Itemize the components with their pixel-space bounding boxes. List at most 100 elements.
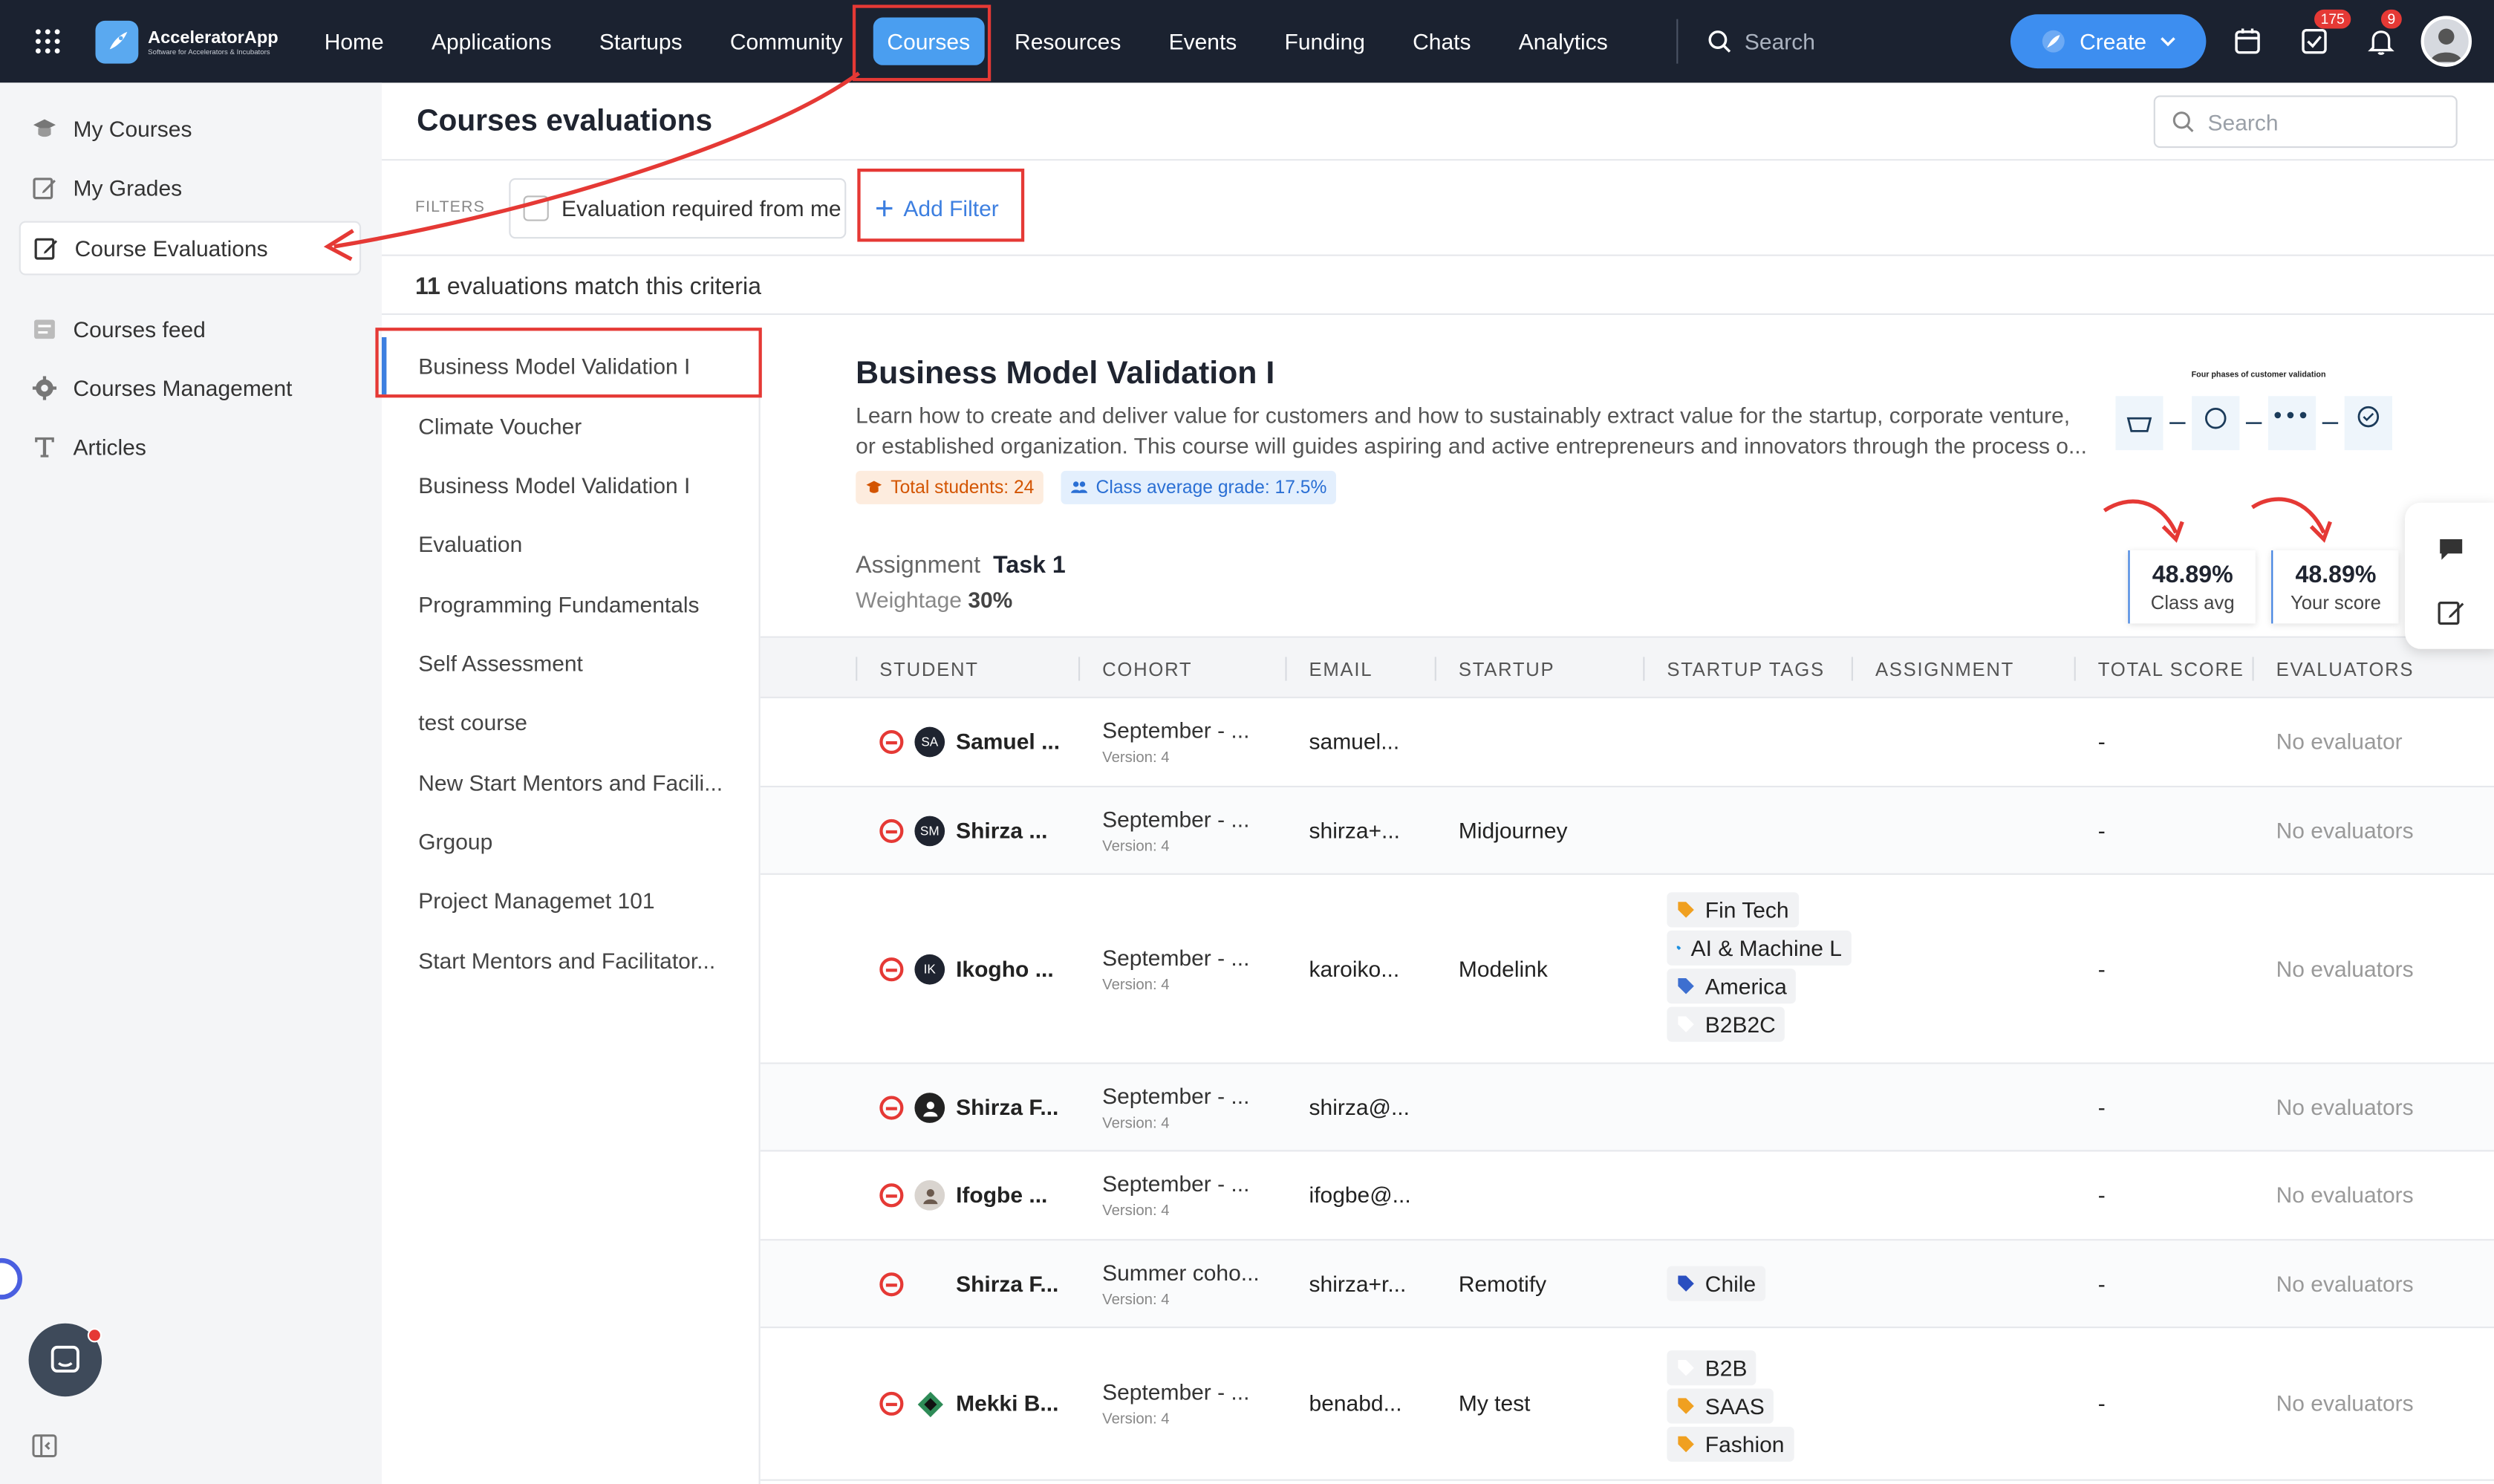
filter-evaluation-required[interactable]: Evaluation required from me <box>509 178 847 239</box>
rocket-icon <box>2042 30 2065 53</box>
column-header-assignment[interactable]: ASSIGNMENT <box>1851 638 2014 700</box>
assignment-label-text: Assignment <box>856 552 981 579</box>
nav-home[interactable]: Home <box>301 0 408 82</box>
course-list-item[interactable]: New Start Mentors and Facili... <box>382 754 761 811</box>
table-row[interactable]: SA Samuel ... September - ... Version: 4… <box>760 698 2494 788</box>
nav-applications[interactable]: Applications <box>408 0 576 82</box>
match-count-text: 11 evaluations match this criteria <box>415 273 761 300</box>
course-list-item[interactable]: Climate Voucher <box>382 397 761 455</box>
column-header-cohort[interactable]: COHORT <box>1078 638 1192 700</box>
sidebar-item-label: My Grades <box>73 175 183 201</box>
sidebar-item-course-evaluations[interactable]: Course Evaluations <box>19 221 362 276</box>
column-header-evaluators[interactable]: EVALUATORS <box>2252 638 2415 700</box>
assignment-label: Assignment Task 1 <box>856 552 1066 579</box>
score-cell: - <box>2097 1271 2106 1297</box>
student-name[interactable]: Ikogho ... <box>956 956 1054 981</box>
course-list-item[interactable]: Grgoup <box>382 813 761 870</box>
course-list-item[interactable]: Evaluation <box>382 515 761 573</box>
avatar: SM <box>914 816 945 847</box>
course-title: Business Model Validation I <box>856 356 1275 391</box>
table-row[interactable]: Mekki B... September - ... Version: 4 be… <box>760 1328 2494 1481</box>
student-name[interactable]: Samuel ... <box>956 729 1060 754</box>
cohort-cell: September - ... <box>1102 717 1250 743</box>
email-cell: shirza+r... <box>1309 1271 1407 1297</box>
startup-tag-label: America <box>1705 973 1787 999</box>
nav-startups[interactable]: Startups <box>576 0 706 82</box>
nav-events[interactable]: Events <box>1145 0 1260 82</box>
table-row[interactable]: Ifogbe ... September - ... Version: 4 if… <box>760 1151 2494 1241</box>
people-icon <box>1071 481 1088 493</box>
startup-tag: Fin Tech <box>1667 892 1799 928</box>
version-text: Version: 4 <box>1102 749 1170 767</box>
nav-funding[interactable]: Funding <box>1260 0 1389 82</box>
your-score-label: Your score <box>2290 590 2381 614</box>
student-name[interactable]: Shirza F... <box>956 1271 1058 1296</box>
text-icon <box>35 437 54 458</box>
course-list-item[interactable]: Project Managemet 101 <box>382 872 761 929</box>
comment-icon[interactable] <box>2437 535 2466 564</box>
course-list-item[interactable]: Business Model Validation I <box>382 457 761 514</box>
student-name[interactable]: Ifogbe ... <box>956 1182 1047 1207</box>
nav-resources[interactable]: Resources <box>991 0 1145 82</box>
column-header-startup-tags[interactable]: STARTUP TAGS <box>1643 638 1825 700</box>
version-text: Version: 4 <box>1102 976 1170 995</box>
evaluation-required-checkbox[interactable] <box>523 195 549 221</box>
sidebar-item-my-courses[interactable]: My Courses <box>19 102 361 156</box>
email-cell: samuel... <box>1309 728 1400 755</box>
sidebar-item-courses-feed[interactable]: Courses feed <box>19 302 361 357</box>
evaluators-cell: No evaluators <box>2276 1390 2414 1416</box>
version-text: Version: 4 <box>1102 838 1170 856</box>
column-header-startup[interactable]: STARTUP <box>1434 638 1555 700</box>
status-pending-icon <box>879 957 904 982</box>
create-button-label: Create <box>2080 28 2147 54</box>
table-row[interactable]: Shirza F... Summer coho... Version: 4 sh… <box>760 1240 2494 1329</box>
bell-icon[interactable]: 9 <box>2362 9 2402 60</box>
column-header-total-score[interactable]: TOTAL SCORE <box>2074 638 2244 700</box>
student-name[interactable]: Mekki B... <box>956 1390 1058 1416</box>
startup-tag: America <box>1667 969 1797 1004</box>
sidebar-item-my-grades[interactable]: My Grades <box>19 160 361 215</box>
course-list-item[interactable]: Start Mentors and Facilitator... <box>382 932 761 989</box>
table-row[interactable]: Shirza F... September - ... Version: 4 s… <box>760 1064 2494 1152</box>
evaluators-cell: No evaluators <box>2276 1094 2414 1120</box>
nav-analytics[interactable]: Analytics <box>1495 0 1632 82</box>
course-list-item[interactable]: test course <box>382 694 761 751</box>
class-average-badge: Class average grade: 17.5% <box>1061 470 1337 504</box>
annotation-arrows <box>2103 497 2332 543</box>
person-avatar-icon <box>922 1188 937 1204</box>
course-search-input[interactable]: Search <box>2153 95 2458 149</box>
score-cell: - <box>2097 1094 2106 1120</box>
collapse-sidebar-icon[interactable] <box>32 1433 57 1458</box>
calendar-icon[interactable] <box>2228 22 2266 60</box>
email-cell: shirza@... <box>1309 1094 1410 1120</box>
avatar <box>914 1388 945 1419</box>
assignment-name: Task 1 <box>993 552 1066 579</box>
create-button[interactable]: Create <box>2010 14 2207 69</box>
table-row[interactable]: SM Shirza ... September - ... Version: 4… <box>760 787 2494 875</box>
match-divider <box>381 313 2494 316</box>
student-name[interactable]: Shirza ... <box>956 818 1047 843</box>
filters-divider <box>381 254 2494 256</box>
table-row[interactable]: IK Ikogho ... September - ... Version: 4… <box>760 875 2494 1064</box>
sidebar-item-articles[interactable]: Articles <box>19 420 361 474</box>
evaluators-cell: No evaluators <box>2276 1271 2414 1297</box>
course-list-item[interactable]: Self Assessment <box>382 634 761 691</box>
course-description: Learn how to create and deliver value fo… <box>856 402 2087 458</box>
sidebar-item-courses-management[interactable]: Courses Management <box>19 361 361 415</box>
diagram-graphic <box>2115 396 2392 451</box>
course-list-item[interactable]: Programming Fundamentals <box>382 576 761 633</box>
nav-community[interactable]: Community <box>706 0 867 82</box>
column-header-student[interactable]: STUDENT <box>856 638 979 700</box>
course-list: Business Model Validation I Climate Vouc… <box>381 329 761 1484</box>
global-search[interactable]: Search <box>1707 29 1993 54</box>
app-grid-icon[interactable] <box>0 0 95 82</box>
startup-tag: B2B2C <box>1667 1006 1785 1042</box>
student-name[interactable]: Shirza F... <box>956 1094 1058 1119</box>
edit-icon[interactable] <box>2437 598 2466 627</box>
tasks-icon[interactable]: 175 <box>2295 9 2351 60</box>
column-header-email[interactable]: EMAIL <box>1285 638 1373 700</box>
startup-cell: My test <box>1458 1390 1531 1416</box>
nav-chats[interactable]: Chats <box>1389 0 1495 82</box>
user-avatar[interactable] <box>2420 16 2472 67</box>
app-logo[interactable]: AcceleratorApp Software for Accelerators… <box>95 19 279 63</box>
